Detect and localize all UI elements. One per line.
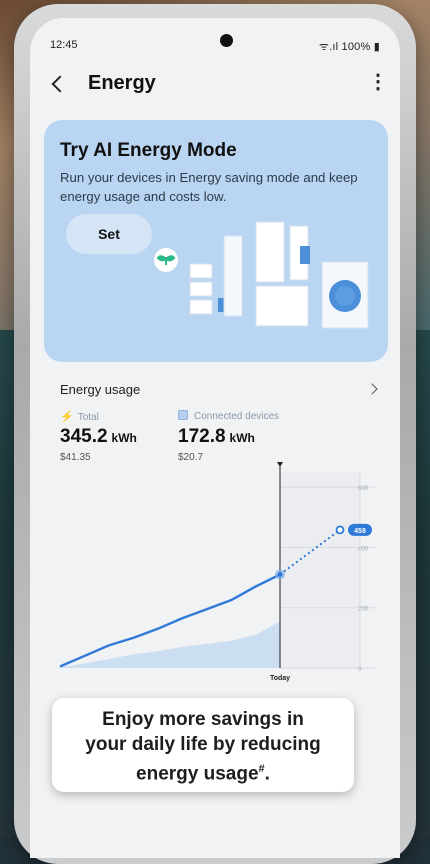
today-point bbox=[277, 572, 283, 578]
legend-connected-label: Connected devices bbox=[194, 411, 280, 422]
forecast-point bbox=[335, 525, 345, 535]
connected-devices-icon bbox=[178, 410, 188, 420]
back-arrow-icon[interactable] bbox=[51, 75, 69, 93]
bolt-icon: ⚡ bbox=[60, 411, 74, 423]
wifi-signal-icon: ᯤ.ıl bbox=[318, 41, 342, 53]
caption-line-3: energy usage#. bbox=[136, 763, 270, 785]
chevron-right-icon[interactable] bbox=[366, 383, 378, 395]
set-button[interactable]: Set bbox=[66, 214, 152, 254]
forecast-label: 458 bbox=[354, 528, 366, 535]
ai-card-title: Try AI Energy Mode bbox=[60, 140, 237, 161]
status-time: 12:45 bbox=[50, 39, 78, 51]
connected-number: 172.8 bbox=[178, 426, 226, 447]
battery-label: 100% bbox=[341, 41, 371, 53]
legend-total-label: Total bbox=[77, 412, 99, 423]
status-bar: 12:45 ᯤ.ıl 100% ▮ bbox=[30, 18, 400, 54]
total-value: 345.2 kWh bbox=[60, 426, 137, 448]
battery-icon: ▮ bbox=[373, 41, 380, 53]
connected-unit: kWh bbox=[229, 431, 255, 445]
app-header: Energy ⋮ bbox=[30, 66, 400, 106]
caption-line-3-text: energy usage bbox=[136, 763, 259, 785]
energy-usage-title[interactable]: Energy usage bbox=[60, 382, 140, 397]
total-number: 345.2 bbox=[60, 426, 108, 447]
connected-value: 172.8 kWh bbox=[178, 426, 255, 448]
today-label: Today bbox=[270, 675, 290, 682]
savings-caption: Enjoy more savings in your daily life by… bbox=[52, 698, 354, 792]
ai-energy-mode-card[interactable]: Try AI Energy Mode Run your devices in E… bbox=[44, 120, 388, 362]
today-marker-arrow bbox=[277, 462, 283, 467]
more-options-icon[interactable]: ⋮ bbox=[368, 72, 388, 92]
footnote-mark: # bbox=[258, 763, 265, 775]
status-icons: ᯤ.ıl 100% ▮ bbox=[319, 39, 380, 54]
energy-usage-chart[interactable]: 0200400600458Today bbox=[30, 458, 400, 694]
front-camera bbox=[220, 34, 233, 47]
legend-connected: Connected devices bbox=[178, 410, 279, 422]
caption-line-1: Enjoy more savings in bbox=[102, 709, 304, 730]
page-title: Energy bbox=[88, 72, 156, 94]
caption-line-2: your daily life by reducing bbox=[85, 734, 321, 755]
forecast-panel bbox=[280, 472, 360, 668]
connected-devices-area bbox=[60, 621, 280, 668]
ai-card-description: Run your devices in Energy saving mode a… bbox=[60, 170, 358, 204]
phone-screen: 12:45 ᯤ.ıl 100% ▮ Energy ⋮ Try AI Energy… bbox=[30, 18, 400, 858]
total-unit: kWh bbox=[111, 431, 137, 445]
legend-total: ⚡ Total bbox=[60, 410, 99, 423]
devices-illustration bbox=[154, 221, 369, 329]
